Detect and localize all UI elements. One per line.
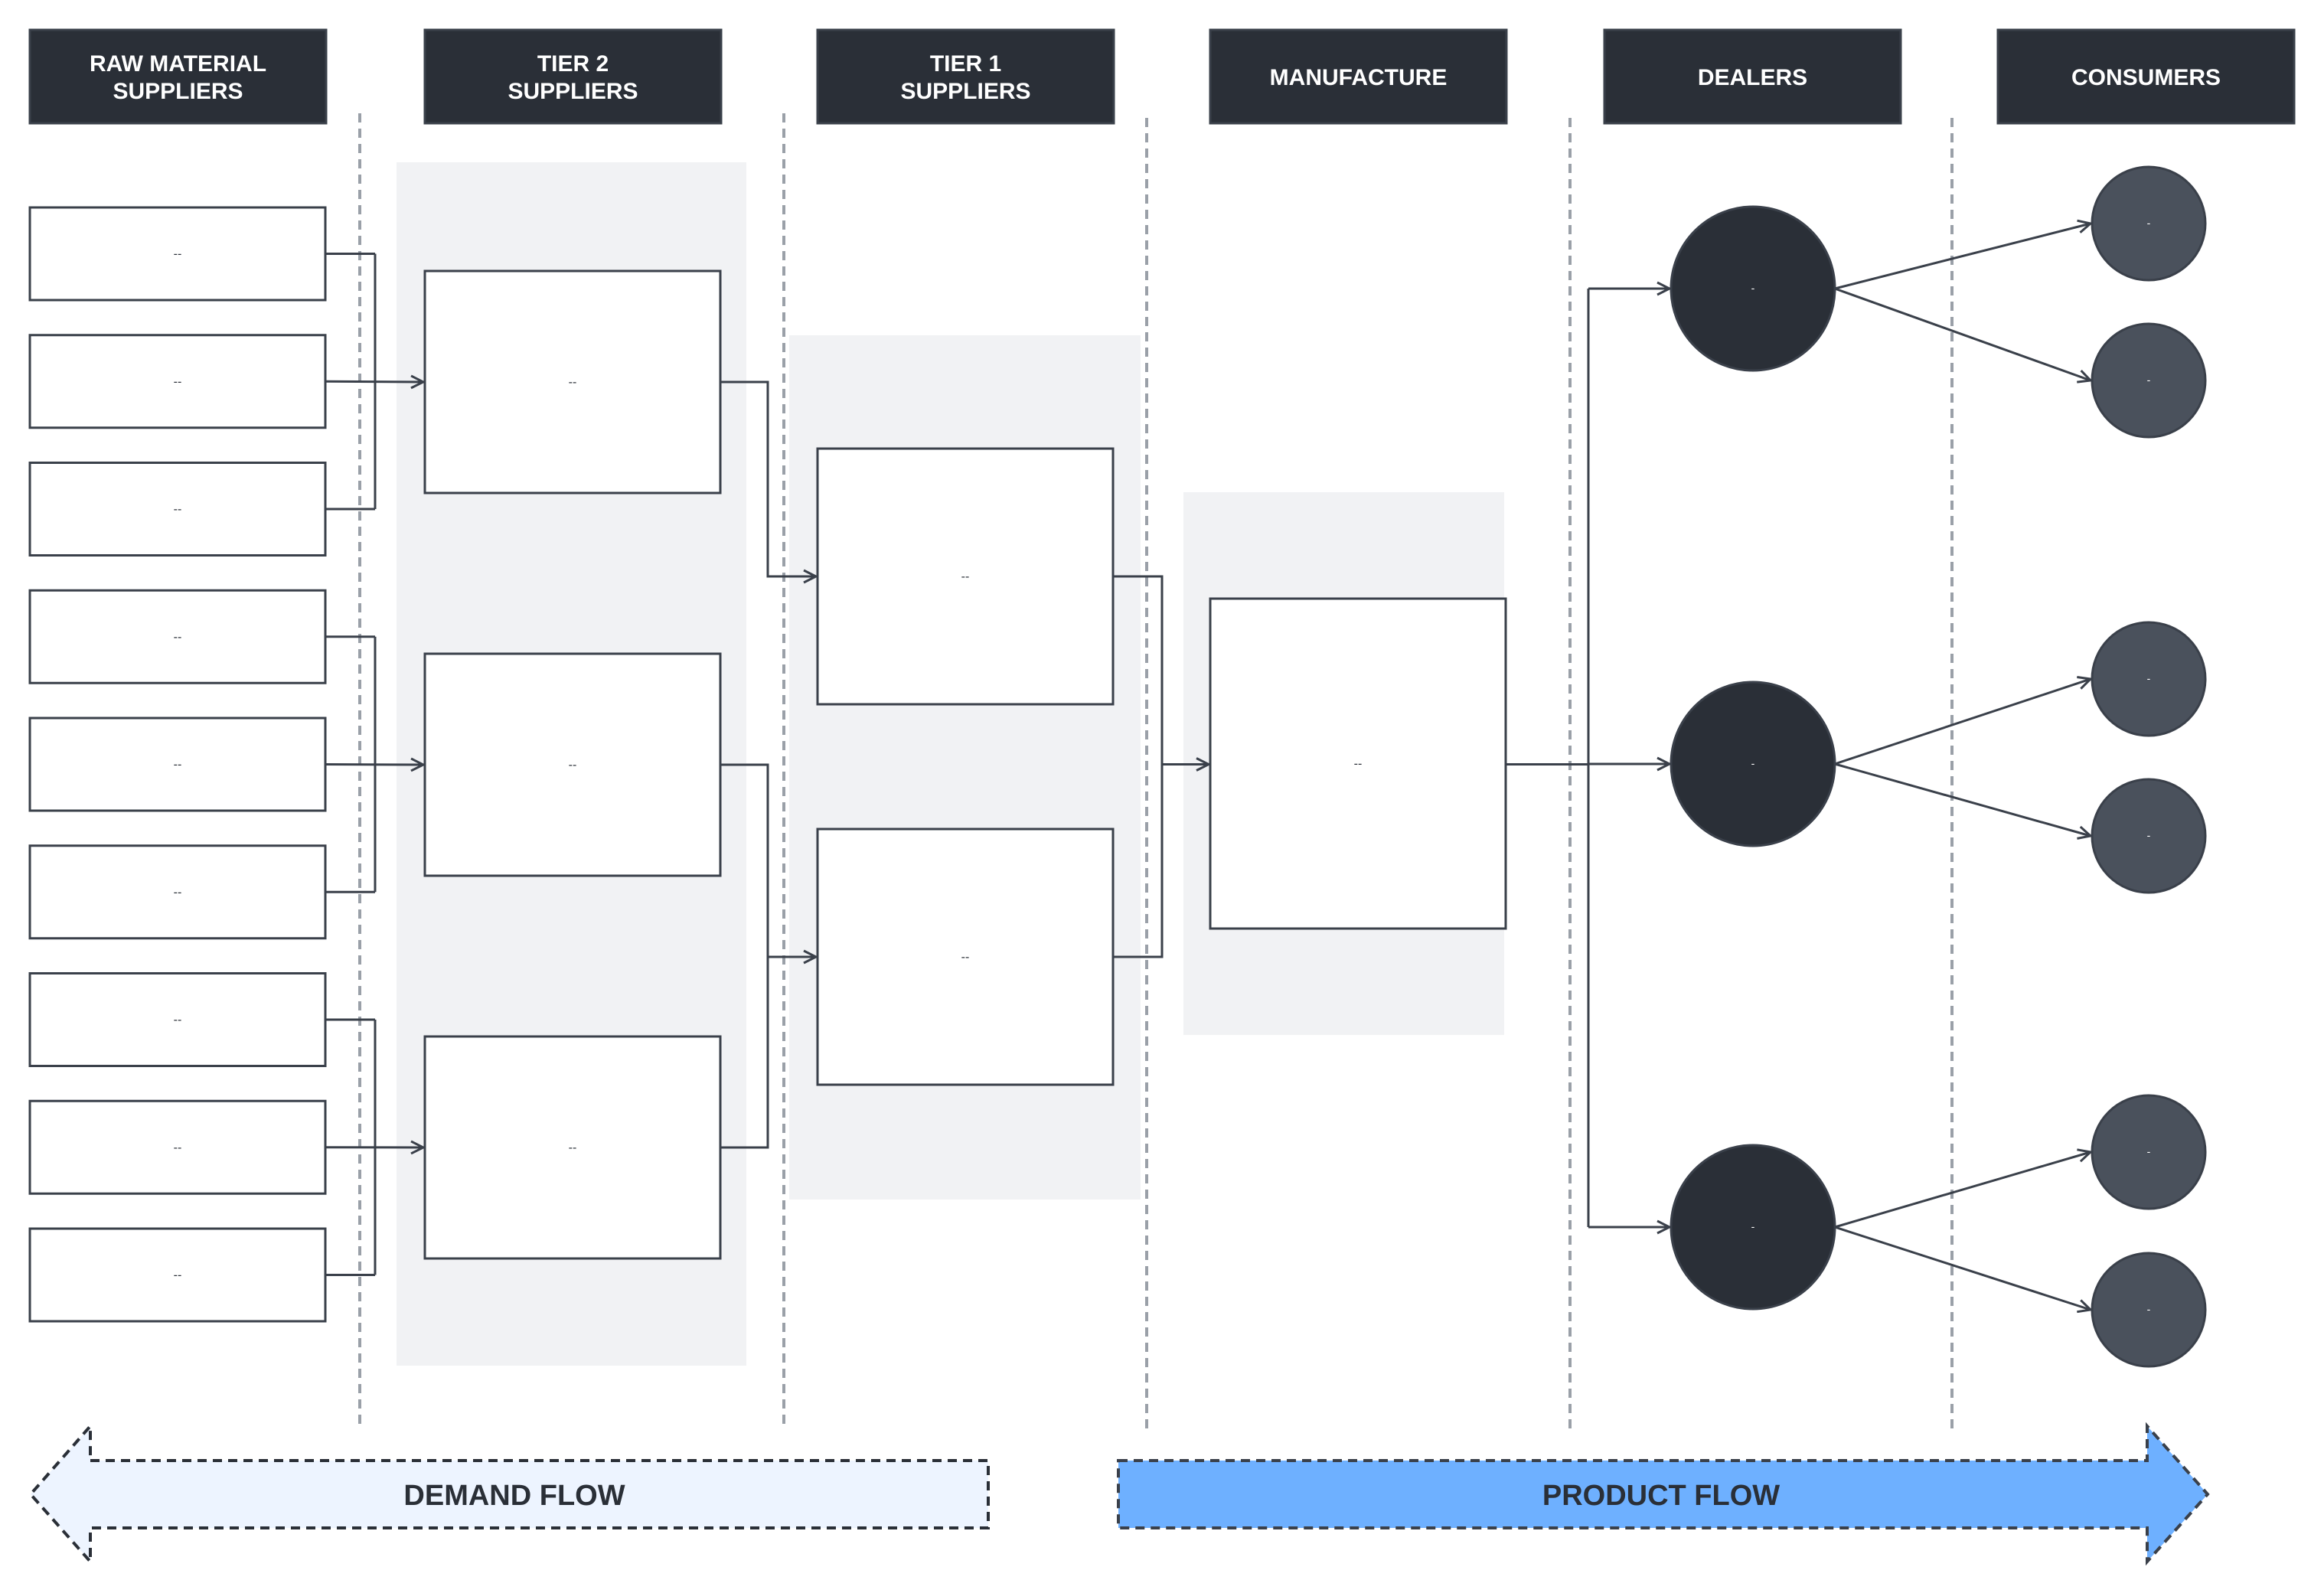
raw-material-supplier-node[interactable]: -- — [28, 1099, 327, 1195]
header-label: MANUFACTURE — [1270, 65, 1448, 90]
raw-material-label: -- — [174, 759, 182, 772]
dealer-node[interactable]: - — [1670, 1144, 1836, 1311]
header-label: TIER 1 — [930, 51, 1001, 77]
flow-arrows: DEMAND FLOW PRODUCT FLOW — [28, 1422, 2210, 1566]
header-raw: RAW MATERIALSUPPLIERS — [28, 28, 328, 125]
header-label: SUPPLIERS — [900, 79, 1030, 104]
raw-material-supplier-node[interactable]: -- — [28, 206, 327, 302]
raw-material-supplier-node[interactable]: -- — [28, 589, 327, 684]
dealer-label: - — [1751, 757, 1755, 769]
connector-arrow — [1834, 762, 2091, 836]
raw-material-label: -- — [174, 1141, 182, 1154]
header-manufacture: MANUFACTURE — [1209, 28, 1508, 125]
header-box — [816, 28, 1115, 125]
header-tier1: TIER 1SUPPLIERS — [816, 28, 1115, 125]
tier2-supplier-node[interactable]: -- — [423, 652, 722, 877]
raw-material-supplier-node[interactable]: -- — [28, 334, 327, 429]
header-label: TIER 2 — [537, 51, 609, 77]
demand-flow-label: DEMAND FLOW — [403, 1480, 625, 1512]
tier2-label: -- — [569, 376, 577, 389]
raw-material-label: -- — [174, 503, 182, 516]
tier1-label: -- — [961, 951, 970, 964]
raw-material-label: -- — [174, 886, 182, 899]
manufacture-label: -- — [1354, 758, 1363, 771]
raw-material-label: -- — [174, 1269, 182, 1282]
dealer-node[interactable]: - — [1670, 205, 1836, 372]
consumer-label: - — [2147, 672, 2151, 684]
consumer-node[interactable]: - — [2091, 778, 2207, 894]
raw-material-label: -- — [174, 631, 182, 644]
product-flow-arrow: PRODUCT FLOW — [1117, 1422, 2210, 1566]
consumer-node[interactable]: - — [2091, 165, 2207, 282]
raw-material-supplier-node[interactable]: -- — [28, 844, 327, 940]
product-flow-label: PRODUCT FLOW — [1542, 1480, 1780, 1512]
tier2-supplier-node[interactable]: -- — [423, 269, 722, 495]
header-consumers: CONSUMERS — [1996, 28, 2296, 125]
header-box — [423, 28, 723, 125]
header-box — [28, 28, 328, 125]
consumer-label: - — [2147, 1303, 2151, 1315]
consumer-node[interactable]: - — [2091, 621, 2207, 737]
connector-arrow — [1834, 224, 2091, 290]
consumer-label: - — [2147, 829, 2151, 841]
raw-material-supplier-node[interactable]: -- — [28, 1227, 327, 1323]
raw-material-supplier-node[interactable]: -- — [28, 972, 327, 1067]
consumer-label: - — [2147, 374, 2151, 386]
raw-material-label: -- — [174, 248, 182, 261]
dealer-label: - — [1751, 282, 1755, 294]
supply-chain-diagram: RAW MATERIALSUPPLIERSTIER 2SUPPLIERSTIER… — [28, 28, 2296, 1566]
tier2-label: -- — [569, 759, 577, 772]
tier1-supplier-node[interactable]: -- — [816, 828, 1115, 1086]
dealer-node[interactable]: - — [1670, 681, 1836, 847]
header-dealers: DEALERS — [1603, 28, 1902, 125]
tier2-supplier-node[interactable]: -- — [423, 1035, 722, 1260]
connector-arrow — [1834, 1152, 2091, 1229]
manufacture-node[interactable]: -- — [1209, 597, 1507, 930]
tier2-label: -- — [569, 1141, 577, 1154]
consumer-label: - — [2147, 1145, 2151, 1157]
header-tier2: TIER 2SUPPLIERS — [423, 28, 723, 125]
connector-arrow — [1834, 679, 2091, 765]
connector-arrow — [1834, 287, 2091, 380]
raw-material-supplier-node[interactable]: -- — [28, 717, 327, 812]
consumer-label: - — [2147, 217, 2151, 229]
consumer-node[interactable]: - — [2091, 1094, 2207, 1210]
tier1-label: -- — [961, 570, 970, 583]
consumer-node[interactable]: - — [2091, 1252, 2207, 1368]
column-headers: RAW MATERIALSUPPLIERSTIER 2SUPPLIERSTIER… — [28, 28, 2296, 125]
raw-material-label: -- — [174, 375, 182, 388]
header-label: CONSUMERS — [2071, 65, 2221, 90]
dealer-label: - — [1751, 1220, 1755, 1232]
header-label: DEALERS — [1698, 65, 1807, 90]
header-label: SUPPLIERS — [113, 79, 243, 104]
tier1-supplier-node[interactable]: -- — [816, 447, 1115, 706]
connector-arrow — [1834, 1226, 2091, 1310]
header-label: RAW MATERIAL — [90, 51, 266, 77]
raw-material-label: -- — [174, 1014, 182, 1027]
demand-flow-arrow: DEMAND FLOW — [28, 1422, 990, 1566]
consumer-node[interactable]: - — [2091, 322, 2207, 439]
raw-material-supplier-node[interactable]: -- — [28, 462, 327, 557]
header-label: SUPPLIERS — [508, 79, 638, 104]
